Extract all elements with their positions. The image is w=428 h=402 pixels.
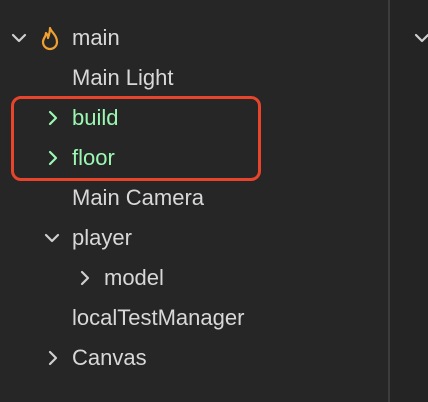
chevron-right-icon[interactable]	[75, 268, 95, 288]
chevron-right-icon[interactable]	[43, 348, 63, 368]
tree-item-player[interactable]: player	[0, 218, 388, 258]
tree-item-local-test-manager[interactable]: localTestManager	[0, 298, 388, 338]
scene-flame-icon	[38, 26, 62, 52]
tree-item-floor[interactable]: floor	[0, 138, 388, 178]
tree-item-build[interactable]: build	[0, 98, 388, 138]
tree-item-main-camera[interactable]: Main Camera	[0, 178, 388, 218]
hierarchy-panel: main Main Light build floor Main Camera …	[0, 0, 388, 402]
chevron-down-icon[interactable]	[9, 28, 29, 48]
tree-item-main-light[interactable]: Main Light	[0, 58, 388, 98]
tree-item-label: player	[72, 225, 132, 250]
tree-item-label: Canvas	[72, 345, 147, 370]
tree-item-label: main	[72, 25, 120, 50]
tree-item-label: build	[72, 105, 119, 130]
tree-item-label: localTestManager	[72, 305, 245, 330]
tree-item-label: Main Camera	[72, 185, 205, 210]
chevron-down-icon[interactable]	[42, 228, 62, 248]
tree-item-label: model	[104, 265, 164, 290]
tree-item-canvas[interactable]: Canvas	[0, 338, 388, 378]
side-panel	[390, 0, 428, 402]
chevron-right-icon[interactable]	[43, 148, 63, 168]
tree-item-label: Main Light	[72, 65, 174, 90]
tree-item-model[interactable]: model	[0, 258, 388, 298]
tree-item-label: floor	[72, 145, 115, 170]
tree-item-main[interactable]: main	[0, 18, 388, 58]
chevron-down-icon[interactable]	[412, 28, 428, 48]
chevron-right-icon[interactable]	[43, 108, 63, 128]
